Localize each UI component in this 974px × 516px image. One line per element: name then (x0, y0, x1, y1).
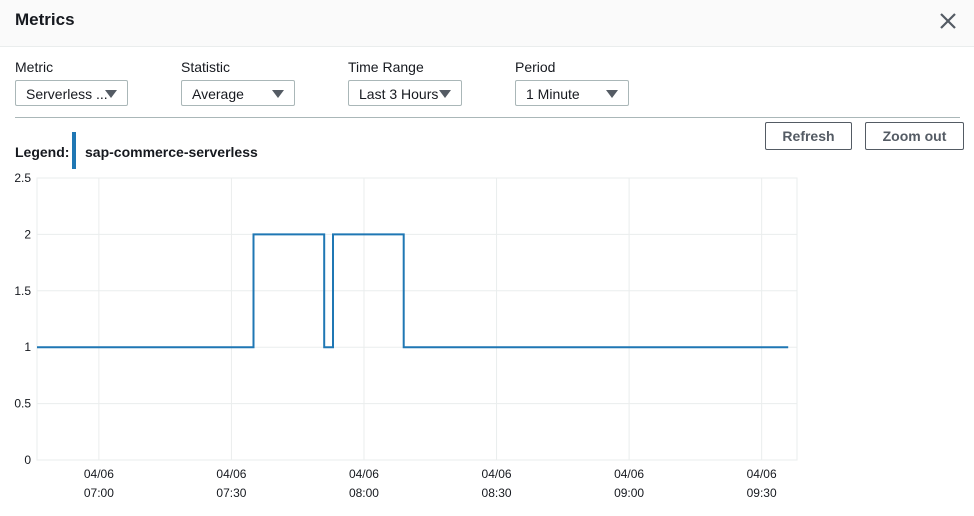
time-range-select[interactable]: Last 3 Hours (348, 80, 462, 106)
x-tick-time: 07:30 (216, 486, 246, 500)
y-tick-label: 0.5 (14, 397, 31, 411)
metric-select[interactable]: Serverless ... (15, 80, 128, 106)
x-tick-date: 04/06 (482, 467, 512, 481)
time-range-select-value: Last 3 Hours (359, 86, 439, 102)
statistic-select[interactable]: Average (181, 80, 295, 106)
x-tick-time: 07:00 (84, 486, 114, 500)
period-select[interactable]: 1 Minute (515, 80, 629, 106)
legend-swatch (72, 132, 76, 169)
y-tick-label: 0 (24, 453, 31, 467)
x-tick-date: 04/06 (84, 467, 114, 481)
x-tick-date: 04/06 (216, 467, 246, 481)
close-icon[interactable] (936, 9, 960, 33)
y-tick-label: 1.5 (14, 284, 31, 298)
x-tick-time: 09:00 (614, 486, 644, 500)
chevron-down-icon (105, 90, 117, 98)
y-tick-label: 1 (24, 340, 31, 354)
x-tick-date: 04/06 (614, 467, 644, 481)
period-select-value: 1 Minute (526, 86, 580, 102)
chevron-down-icon (272, 90, 284, 98)
y-tick-label: 2 (24, 227, 31, 241)
metric-label: Metric (15, 59, 54, 75)
x-tick-date: 04/06 (349, 467, 379, 481)
metric-select-value: Serverless ... (26, 86, 108, 102)
zoom-out-button[interactable]: Zoom out (865, 122, 964, 150)
legend-label: Legend: (15, 144, 70, 160)
legend-series-name[interactable]: sap-commerce-serverless (85, 144, 258, 160)
time-range-label: Time Range (348, 59, 424, 75)
y-tick-label: 2.5 (14, 171, 31, 185)
chevron-down-icon (606, 90, 618, 98)
period-label: Period (515, 59, 556, 75)
statistic-label: Statistic (181, 59, 231, 75)
x-tick-time: 09:30 (747, 486, 777, 500)
statistic-select-value: Average (192, 86, 244, 102)
plot-area (36, 177, 798, 461)
modal-header: Metrics (0, 0, 974, 47)
x-tick-date: 04/06 (747, 467, 777, 481)
controls-divider (15, 117, 960, 118)
refresh-button[interactable]: Refresh (765, 122, 852, 150)
modal-title: Metrics (15, 10, 75, 29)
x-tick-time: 08:00 (349, 486, 379, 500)
chevron-down-icon (439, 90, 451, 98)
x-tick-time: 08:30 (482, 486, 512, 500)
metrics-chart[interactable]: 0 0.5 1 1.5 2 2.5 04/06 07:00 04/06 07:30 04/06 08:… (0, 165, 974, 516)
